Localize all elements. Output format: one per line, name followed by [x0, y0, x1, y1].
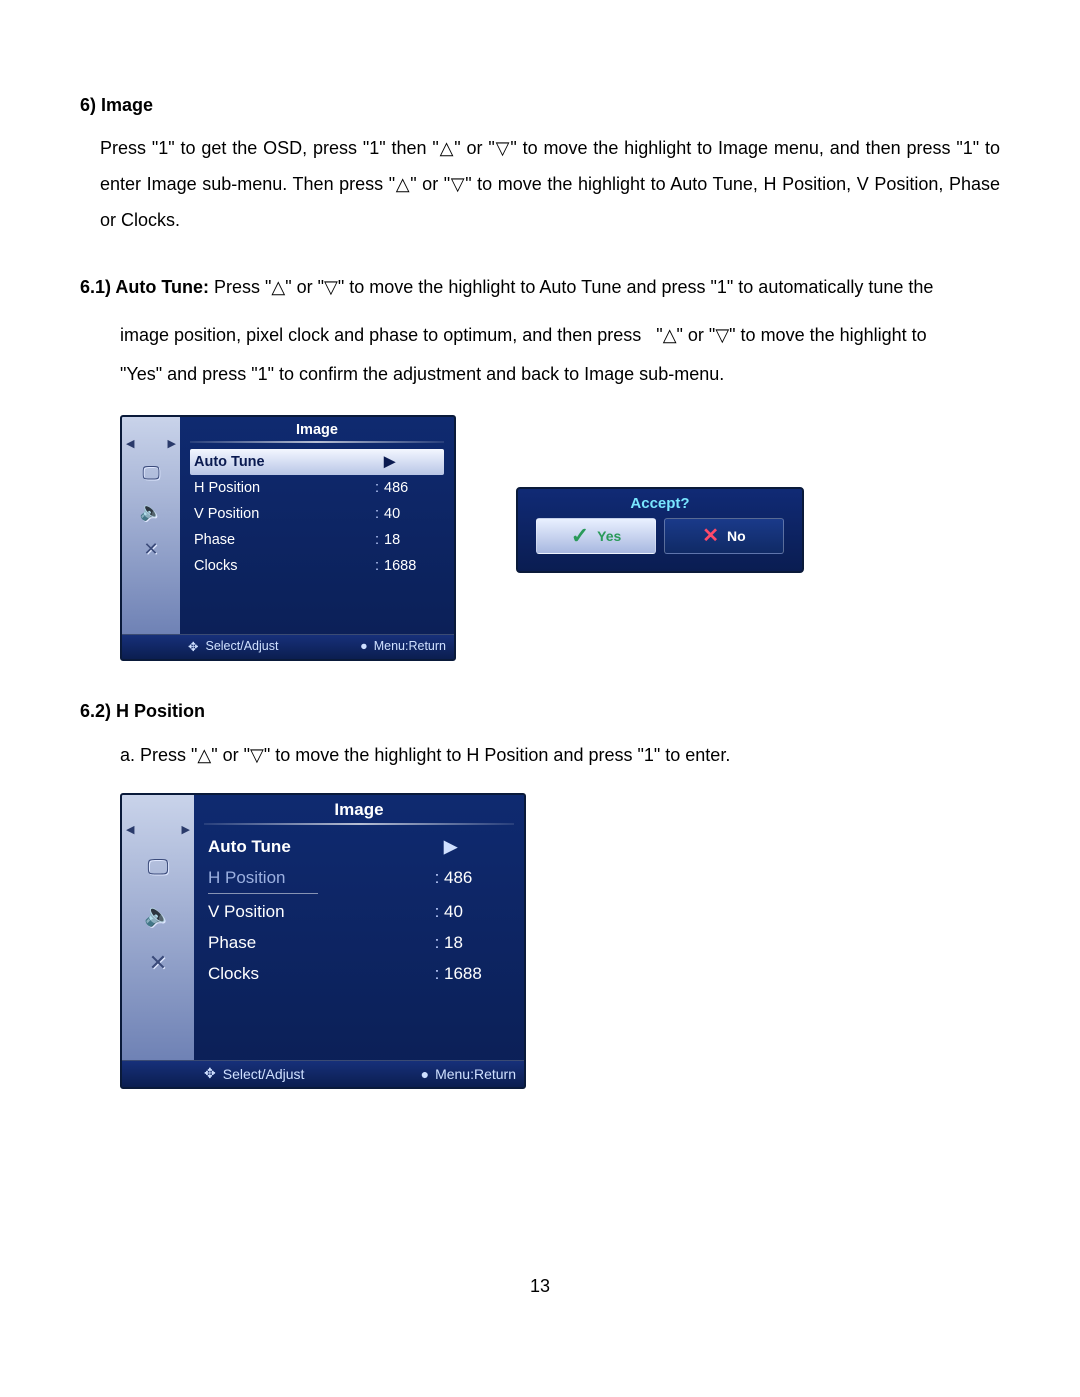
- check-icon: ✓: [571, 523, 589, 549]
- speaker-icon: 🔈: [136, 898, 180, 932]
- osd2-row-hposition[interactable]: H Position : 486: [204, 862, 514, 893]
- section-6-2-body: a. Press "△" or "▽" to move the highligh…: [120, 736, 1000, 776]
- osd1-row-label: Clocks: [194, 558, 370, 574]
- osd2-main: Image Auto Tune ▶ H Position : 486 V Pos…: [194, 795, 524, 1060]
- accept-yes-label: Yes: [597, 528, 621, 544]
- osd1-row-label: Phase: [194, 532, 370, 548]
- osd2-footer-left: Select/Adjust: [223, 1066, 305, 1082]
- circle-icon: ●: [421, 1066, 429, 1082]
- section-6-1-lead-rest: Press "△" or "▽" to move the highlight t…: [214, 277, 933, 297]
- osd2-row-clocks[interactable]: Clocks : 1688: [204, 958, 514, 989]
- osd2-row-label: V Position: [208, 902, 430, 922]
- osd1-row-label: Auto Tune: [194, 454, 384, 470]
- osd1-main: Image Auto Tune ▶ H Position : 486 V Pos…: [180, 417, 454, 634]
- tools-icon: ✕: [133, 536, 169, 564]
- osd2-row-auto-tune[interactable]: Auto Tune ▶: [204, 831, 514, 862]
- chevron-right-icon: ▶: [384, 454, 440, 470]
- nav-left-icon: ◀: [126, 823, 134, 836]
- chevron-right-icon: ▶: [444, 837, 510, 857]
- colon: :: [430, 868, 444, 888]
- osd1-row-value: 1688: [384, 558, 440, 574]
- section-6-1: 6.1) Auto Tune: Press "△" or "▽" to move…: [80, 268, 1000, 395]
- accept-dialog: Accept? ✓ Yes ✕ No: [516, 487, 804, 573]
- osd2-row-label: H Position: [208, 868, 430, 888]
- osd1-title: Image: [190, 417, 444, 441]
- accept-yes-button[interactable]: ✓ Yes: [536, 518, 656, 554]
- osd2-row-value: 1688: [444, 964, 510, 984]
- tools-icon: ✕: [136, 946, 180, 980]
- osd2-row-value: 40: [444, 902, 510, 922]
- section-6-1-line1: 6.1) Auto Tune: Press "△" or "▽" to move…: [80, 268, 1000, 308]
- osd2-title-underline: [204, 823, 514, 825]
- osd1-sidebar: ◀▶ 🖵 🔈 ✕: [122, 417, 180, 634]
- monitor-icon: 🖵: [133, 460, 169, 488]
- section-6-body: Press "1" to get the OSD, press "1" then…: [100, 130, 1000, 238]
- accept-title: Accept?: [630, 495, 689, 512]
- osd1-row-vposition[interactable]: V Position : 40: [190, 501, 444, 527]
- osd2-sidebar-nav: ◀▶: [122, 823, 194, 836]
- nav-right-icon: ▶: [168, 437, 176, 450]
- osd1-footer-right: Menu:Return: [374, 639, 446, 653]
- cross-icon: ✕: [702, 523, 719, 548]
- osd1-footer: ✥ Select/Adjust ● Menu:Return: [122, 634, 454, 659]
- colon: :: [430, 902, 444, 922]
- osd1-row-auto-tune[interactable]: Auto Tune ▶: [190, 449, 444, 475]
- colon: :: [370, 506, 384, 522]
- circle-icon: ●: [360, 639, 368, 653]
- osd1-row-label: H Position: [194, 480, 370, 496]
- dpad-icon: ✥: [204, 1065, 217, 1082]
- osd2-title: Image: [204, 795, 514, 823]
- section-6-heading: 6) Image: [80, 95, 1000, 116]
- dpad-icon: ✥: [188, 639, 199, 654]
- osd1-row-phase[interactable]: Phase : 18: [190, 527, 444, 553]
- colon: :: [370, 480, 384, 496]
- osd1-row-value: 40: [384, 506, 440, 522]
- section-6-1-line3: "Yes" and press "1" to confirm the adjus…: [120, 355, 1000, 395]
- colon: :: [370, 558, 384, 574]
- osd2-row-value: 486: [444, 868, 510, 888]
- section-6-1-lead-bold: 6.1) Auto Tune:: [80, 277, 214, 297]
- accept-no-button[interactable]: ✕ No: [664, 518, 784, 554]
- osd1-title-underline: [190, 441, 444, 443]
- osd-image-menu-2: ◀▶ 🖵 🔈 ✕ Image Auto Tune ▶ H Position : …: [120, 793, 526, 1089]
- osd2-row-phase[interactable]: Phase : 18: [204, 927, 514, 958]
- osd2-row-label: Clocks: [208, 964, 430, 984]
- figures-row-1: ◀▶ 🖵 🔈 ✕ Image Auto Tune ▶ H Position : …: [120, 415, 1000, 661]
- colon: :: [430, 933, 444, 953]
- accept-no-label: No: [727, 528, 746, 544]
- osd2-row-label: Phase: [208, 933, 430, 953]
- osd2-row-label: Auto Tune: [208, 837, 444, 857]
- osd1-sidebar-nav: ◀▶: [122, 437, 180, 450]
- nav-right-icon: ▶: [182, 823, 190, 836]
- osd2-footer-right: Menu:Return: [435, 1066, 516, 1082]
- osd1-row-hposition[interactable]: H Position : 486: [190, 475, 444, 501]
- osd2-sidebar: ◀▶ 🖵 🔈 ✕: [122, 795, 194, 1060]
- osd2-footer: ✥ Select/Adjust ● Menu:Return: [122, 1060, 524, 1087]
- colon: :: [370, 532, 384, 548]
- section-6-2-heading: 6.2) H Position: [80, 701, 1000, 722]
- speaker-icon: 🔈: [133, 498, 169, 526]
- osd2-row-vposition[interactable]: V Position : 40: [204, 896, 514, 927]
- osd2-row-value: 18: [444, 933, 510, 953]
- monitor-icon: 🖵: [136, 850, 180, 884]
- osd1-row-clocks[interactable]: Clocks : 1688: [190, 553, 444, 579]
- nav-left-icon: ◀: [126, 437, 134, 450]
- osd2-hposition-underline: [208, 893, 318, 894]
- osd1-row-value: 486: [384, 480, 440, 496]
- section-6-1-line2: image position, pixel clock and phase to…: [120, 316, 1000, 356]
- page-number: 13: [0, 1276, 1080, 1297]
- osd1-footer-left: Select/Adjust: [205, 639, 278, 653]
- osd1-row-label: V Position: [194, 506, 370, 522]
- osd-image-menu-1: ◀▶ 🖵 🔈 ✕ Image Auto Tune ▶ H Position : …: [120, 415, 456, 661]
- colon: :: [430, 964, 444, 984]
- osd1-row-value: 18: [384, 532, 440, 548]
